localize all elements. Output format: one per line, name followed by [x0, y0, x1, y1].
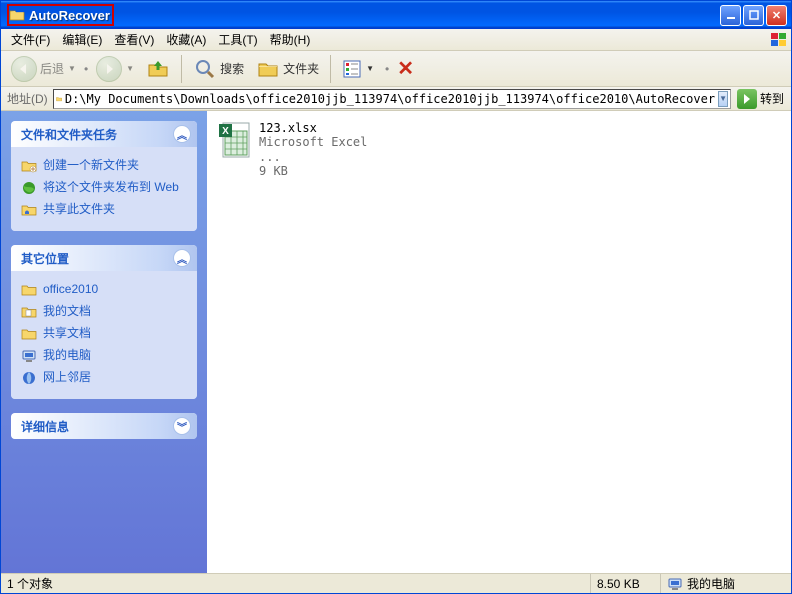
computer-icon — [21, 348, 37, 364]
search-label: 搜索 — [220, 60, 244, 77]
status-location: 我的电脑 — [661, 574, 791, 593]
folders-icon — [256, 57, 280, 81]
views-button[interactable]: ▼ — [338, 54, 378, 84]
views-icon — [342, 59, 362, 79]
folders-label: 文件夹 — [283, 60, 319, 77]
other-label: office2010 — [43, 282, 98, 297]
other-label: 我的文档 — [43, 304, 91, 319]
details-box: 详细信息 ︾ — [11, 413, 197, 439]
delete-button[interactable]: ✕ — [393, 54, 418, 84]
task-share-folder[interactable]: 共享此文件夹 — [21, 199, 187, 221]
share-folder-icon — [21, 202, 37, 218]
go-button[interactable]: 转到 — [734, 89, 787, 109]
minimize-button[interactable] — [720, 5, 741, 26]
up-button[interactable] — [142, 54, 174, 84]
task-label: 将这个文件夹发布到 Web — [43, 180, 179, 195]
new-folder-icon — [21, 158, 37, 174]
chevron-down-icon: ▼ — [366, 64, 374, 73]
windows-flag-icon — [769, 30, 789, 50]
file-name: 123.xlsx — [259, 121, 381, 135]
shared-folder-icon — [21, 326, 37, 342]
network-icon — [21, 370, 37, 386]
status-count: 1 个对象 — [1, 574, 591, 593]
status-size: 8.50 KB — [591, 574, 661, 593]
task-label: 创建一个新文件夹 — [43, 158, 139, 173]
other-places-box: 其它位置 ︽ office2010 我的文档 共享文档 我的电 — [11, 245, 197, 399]
delete-x-icon: ✕ — [397, 56, 414, 81]
other-shared-documents[interactable]: 共享文档 — [21, 323, 187, 345]
go-label: 转到 — [760, 90, 784, 107]
status-size-text: 8.50 KB — [597, 577, 640, 591]
folder-icon — [21, 282, 37, 298]
forward-arrow-icon — [96, 56, 122, 82]
other-label: 网上邻居 — [43, 370, 91, 385]
address-field[interactable]: D:\My Documents\Downloads\office2010jjb_… — [53, 89, 731, 109]
computer-icon — [667, 576, 683, 592]
tasks-header[interactable]: 文件和文件夹任务 ︽ — [11, 121, 197, 147]
other-network[interactable]: 网上邻居 — [21, 367, 187, 389]
menu-tools[interactable]: 工具(T) — [212, 29, 263, 50]
search-icon — [193, 57, 217, 81]
status-bar: 1 个对象 8.50 KB 我的电脑 — [1, 573, 791, 593]
side-panel: 文件和文件夹任务 ︽ 创建一个新文件夹 将这个文件夹发布到 Web 共享此文件夹 — [1, 111, 207, 573]
menu-file[interactable]: 文件(F) — [5, 29, 56, 50]
svg-text:X: X — [222, 126, 229, 137]
chevron-up-icon: ︽ — [173, 125, 191, 143]
other-office2010[interactable]: office2010 — [21, 279, 187, 301]
status-location-text: 我的电脑 — [687, 575, 735, 592]
status-count-text: 1 个对象 — [7, 575, 53, 592]
menu-help[interactable]: 帮助(H) — [264, 29, 317, 50]
other-places-header[interactable]: 其它位置 ︽ — [11, 245, 197, 271]
folders-button[interactable]: 文件夹 — [252, 54, 323, 84]
back-label: 后退 — [40, 60, 64, 77]
back-arrow-icon — [11, 56, 37, 82]
title-bar: AutoRecover ✕ — [1, 1, 791, 29]
task-label: 共享此文件夹 — [43, 202, 115, 217]
go-arrow-icon — [737, 89, 757, 109]
task-publish-web[interactable]: 将这个文件夹发布到 Web — [21, 177, 187, 199]
file-size: 9 KB — [259, 164, 381, 178]
address-label: 地址(D) — [5, 90, 50, 107]
maximize-button[interactable] — [743, 5, 764, 26]
documents-icon — [21, 304, 37, 320]
chevron-up-icon: ︽ — [173, 249, 191, 267]
forward-button[interactable]: ▼ — [92, 54, 138, 84]
globe-icon — [21, 180, 37, 196]
details-header[interactable]: 详细信息 ︾ — [11, 413, 197, 439]
menu-bar: 文件(F) 编辑(E) 查看(V) 收藏(A) 工具(T) 帮助(H) — [1, 29, 791, 51]
other-label: 共享文档 — [43, 326, 91, 341]
other-my-computer[interactable]: 我的电脑 — [21, 345, 187, 367]
tasks-box: 文件和文件夹任务 ︽ 创建一个新文件夹 将这个文件夹发布到 Web 共享此文件夹 — [11, 121, 197, 231]
excel-file-icon: X — [217, 121, 255, 161]
other-my-documents[interactable]: 我的文档 — [21, 301, 187, 323]
folder-icon — [56, 91, 62, 107]
menu-favorites[interactable]: 收藏(A) — [160, 29, 212, 50]
folder-icon — [9, 7, 25, 23]
address-text: D:\My Documents\Downloads\office2010jjb_… — [65, 92, 715, 106]
address-bar: 地址(D) D:\My Documents\Downloads\office20… — [1, 87, 791, 111]
task-new-folder[interactable]: 创建一个新文件夹 — [21, 155, 187, 177]
menu-edit[interactable]: 编辑(E) — [56, 29, 108, 50]
other-places-title: 其它位置 — [21, 250, 69, 267]
back-button[interactable]: 后退 ▼ — [7, 54, 80, 84]
other-label: 我的电脑 — [43, 348, 91, 363]
close-button[interactable]: ✕ — [766, 5, 787, 26]
window-title: AutoRecover — [29, 8, 110, 23]
chevron-down-icon: ︾ — [173, 417, 191, 435]
file-list-pane[interactable]: X 123.xlsx Microsoft Excel ... 9 KB — [207, 111, 791, 573]
chevron-down-icon: ▼ — [68, 64, 76, 73]
menu-view[interactable]: 查看(V) — [108, 29, 160, 50]
address-dropdown-button[interactable]: ▼ — [718, 91, 728, 107]
chevron-down-icon: ▼ — [126, 64, 134, 73]
file-item[interactable]: X 123.xlsx Microsoft Excel ... 9 KB — [215, 119, 383, 181]
toolbar: 后退 ▼ • ▼ 搜索 文件夹 ▼ • ✕ — [1, 51, 791, 87]
file-type: Microsoft Excel ... — [259, 135, 381, 164]
tasks-title: 文件和文件夹任务 — [21, 126, 117, 143]
title-highlighted-region: AutoRecover — [7, 4, 114, 26]
window-controls: ✕ — [720, 5, 787, 26]
details-title: 详细信息 — [21, 418, 69, 435]
up-folder-icon — [146, 57, 170, 81]
search-button[interactable]: 搜索 — [189, 54, 248, 84]
file-item-text: 123.xlsx Microsoft Excel ... 9 KB — [259, 121, 381, 179]
